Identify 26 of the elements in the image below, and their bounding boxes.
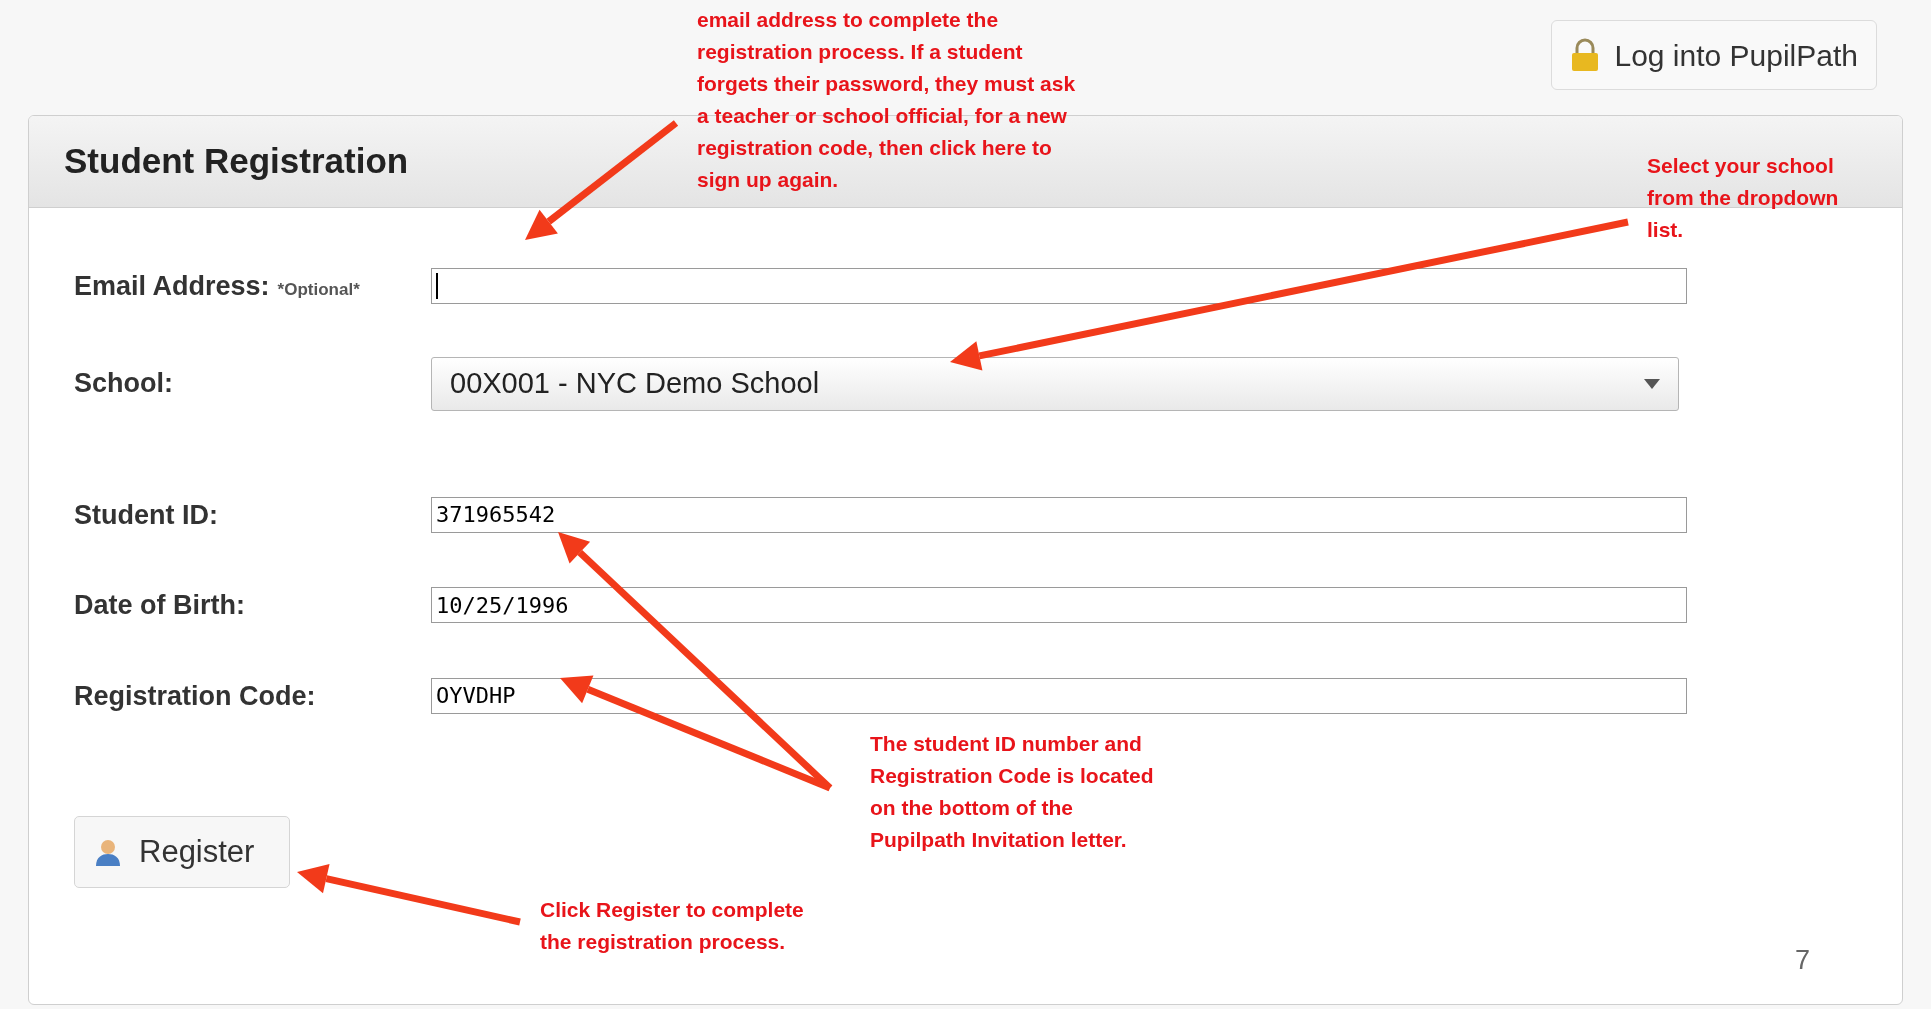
panel-title: Student Registration — [64, 140, 409, 183]
field-label: Student ID: — [74, 498, 218, 532]
person-icon — [93, 837, 123, 867]
annotation-note: Click Register to complete the registration process. — [540, 897, 804, 955]
optional-hint: *Optional* — [277, 279, 360, 301]
field-label: Date of Birth: — [74, 589, 245, 622]
school-dropdown[interactable]: 00X001 - NYC Demo School — [431, 356, 1679, 411]
dropdown-caret-icon — [1644, 378, 1660, 389]
register-button[interactable]: Register — [74, 816, 290, 888]
padlock-icon — [1570, 38, 1601, 72]
field-value: OYVDHP — [436, 682, 516, 711]
text-field[interactable]: 371965542 — [431, 496, 1687, 533]
page-number: 7 — [1795, 944, 1811, 977]
text-field[interactable]: 10/25/1996 — [431, 587, 1687, 624]
annotation-note: email address to complete the registration process. If a student forgets their password, they must ask a teacher or school official, for a new registration code, then click here to sign up again. — [697, 7, 1076, 193]
field-label: Registration Code: — [74, 679, 316, 713]
login-button[interactable]: Log into PupilPath — [1551, 20, 1877, 90]
field-value: 10/25/1996 — [436, 591, 569, 620]
field-label: School: — [74, 367, 173, 401]
field-label: Email Address: — [74, 270, 270, 303]
field-value: 371965542 — [436, 501, 556, 530]
text-field[interactable]: OYVDHP — [431, 677, 1687, 714]
text-field[interactable] — [431, 268, 1687, 305]
text-cursor-icon — [436, 273, 438, 300]
annotation-note: The student ID number and Registration Code is located on the bottom of the Pupilpath Invitation letter. — [870, 731, 1154, 853]
annotation-note: Select your school from the dropdown list. — [1647, 153, 1839, 243]
